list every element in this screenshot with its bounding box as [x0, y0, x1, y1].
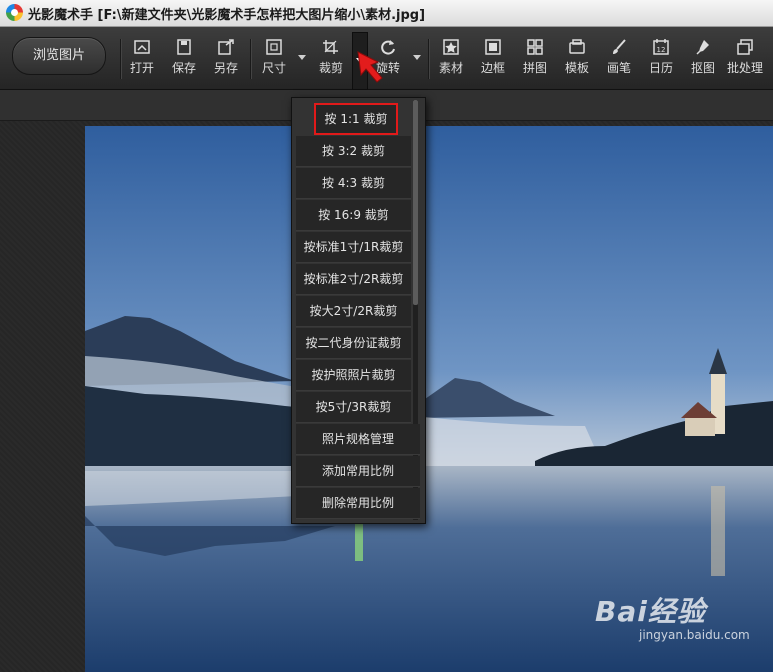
- material-button[interactable]: 素材: [431, 39, 471, 83]
- collage-button[interactable]: 拼图: [515, 39, 555, 83]
- template-icon: [569, 39, 585, 54]
- crop-dropdown-menu: 按 1:1 裁剪 按 3:2 裁剪 按 4:3 裁剪 按 16:9 裁剪 按标准…: [291, 97, 426, 524]
- crop-1-1-item[interactable]: 按 1:1 裁剪: [314, 103, 398, 135]
- save-icon: [177, 39, 191, 55]
- cutout-button[interactable]: 抠图: [683, 39, 723, 83]
- menu-scrollbar-thumb[interactable]: [413, 100, 418, 305]
- template-button[interactable]: 模板: [557, 39, 597, 83]
- title-bar: 光影魔术手 [F:\新建文件夹\光影魔术手怎样把大图片缩小\素材.jpg]: [0, 0, 773, 27]
- svg-text:12: 12: [657, 46, 666, 54]
- window-title: 光影魔术手 [F:\新建文件夹\光影魔术手怎样把大图片缩小\素材.jpg]: [28, 8, 426, 23]
- batch-icon: [737, 39, 753, 55]
- watermark-logo: Bai经验: [595, 595, 706, 628]
- crop-label: 裁剪: [318, 61, 343, 75]
- crop-4-3-item[interactable]: 按 4:3 裁剪: [296, 168, 411, 199]
- crop-5-inch-item[interactable]: 按5寸/3R裁剪: [296, 392, 411, 423]
- template-label: 模板: [564, 61, 589, 75]
- save-as-label: 另存: [213, 61, 238, 75]
- delete-ratio-item[interactable]: 删除常用比例: [296, 488, 420, 519]
- crop-passport-item[interactable]: 按护照照片裁剪: [296, 360, 411, 391]
- brush-button[interactable]: 画笔: [599, 39, 639, 83]
- browse-images-button[interactable]: 浏览图片: [12, 37, 106, 75]
- baidu-watermark: Bai经验 jingyan.baidu.com: [595, 590, 750, 642]
- calendar-label: 日历: [648, 61, 673, 75]
- cutout-label: 抠图: [690, 61, 715, 75]
- cutout-icon: [696, 40, 709, 55]
- batch-button[interactable]: 批处理: [725, 39, 765, 83]
- brush-icon: [613, 39, 626, 54]
- crop-16-9-item[interactable]: 按 16:9 裁剪: [296, 200, 411, 231]
- batch-label: 批处理: [726, 61, 763, 75]
- red-pointer-arrow-icon: [357, 51, 383, 83]
- save-as-button[interactable]: 另存: [206, 39, 246, 83]
- toolbar-divider: [428, 39, 429, 79]
- photo-spec-manage-item[interactable]: 照片规格管理: [296, 424, 420, 455]
- collage-label: 拼图: [522, 61, 547, 75]
- crop-1-inch-item[interactable]: 按标准1寸/1R裁剪: [296, 232, 411, 263]
- crop-3-2-item[interactable]: 按 3:2 裁剪: [296, 136, 411, 167]
- crop-2-inch-item[interactable]: 按标准2寸/2R裁剪: [296, 264, 411, 295]
- resize-dropdown-arrow[interactable]: [298, 55, 306, 61]
- app-logo-icon: [6, 4, 23, 21]
- add-ratio-item[interactable]: 添加常用比例: [296, 456, 420, 487]
- material-icon: [443, 39, 459, 55]
- open-icon: [134, 40, 150, 54]
- calendar-button[interactable]: 12 日历: [641, 39, 681, 83]
- resize-icon: [266, 39, 282, 55]
- save-as-icon: [218, 39, 234, 55]
- frame-button[interactable]: 边框: [473, 39, 513, 83]
- material-label: 素材: [438, 61, 463, 75]
- open-label: 打开: [129, 61, 154, 75]
- crop-large-2-inch-item[interactable]: 按大2寸/2R裁剪: [296, 296, 411, 327]
- resize-button[interactable]: 尺寸: [254, 39, 294, 83]
- resize-label: 尺寸: [261, 61, 286, 75]
- open-button[interactable]: 打开: [122, 39, 162, 83]
- brush-label: 画笔: [606, 61, 631, 75]
- crop-button[interactable]: 裁剪: [311, 39, 351, 83]
- watermark-url: jingyan.baidu.com: [639, 628, 750, 642]
- frame-label: 边框: [480, 61, 505, 75]
- crop-id-card-item[interactable]: 按二代身份证裁剪: [296, 328, 411, 359]
- rotate-dropdown-arrow[interactable]: [413, 55, 421, 61]
- frame-icon: [485, 39, 501, 55]
- crop-icon: [323, 40, 338, 54]
- toolbar-divider: [120, 39, 121, 79]
- save-button[interactable]: 保存: [164, 39, 204, 83]
- collage-icon: [527, 39, 543, 55]
- calendar-icon: 12: [653, 39, 669, 55]
- toolbar-divider: [250, 39, 251, 79]
- save-label: 保存: [171, 61, 196, 75]
